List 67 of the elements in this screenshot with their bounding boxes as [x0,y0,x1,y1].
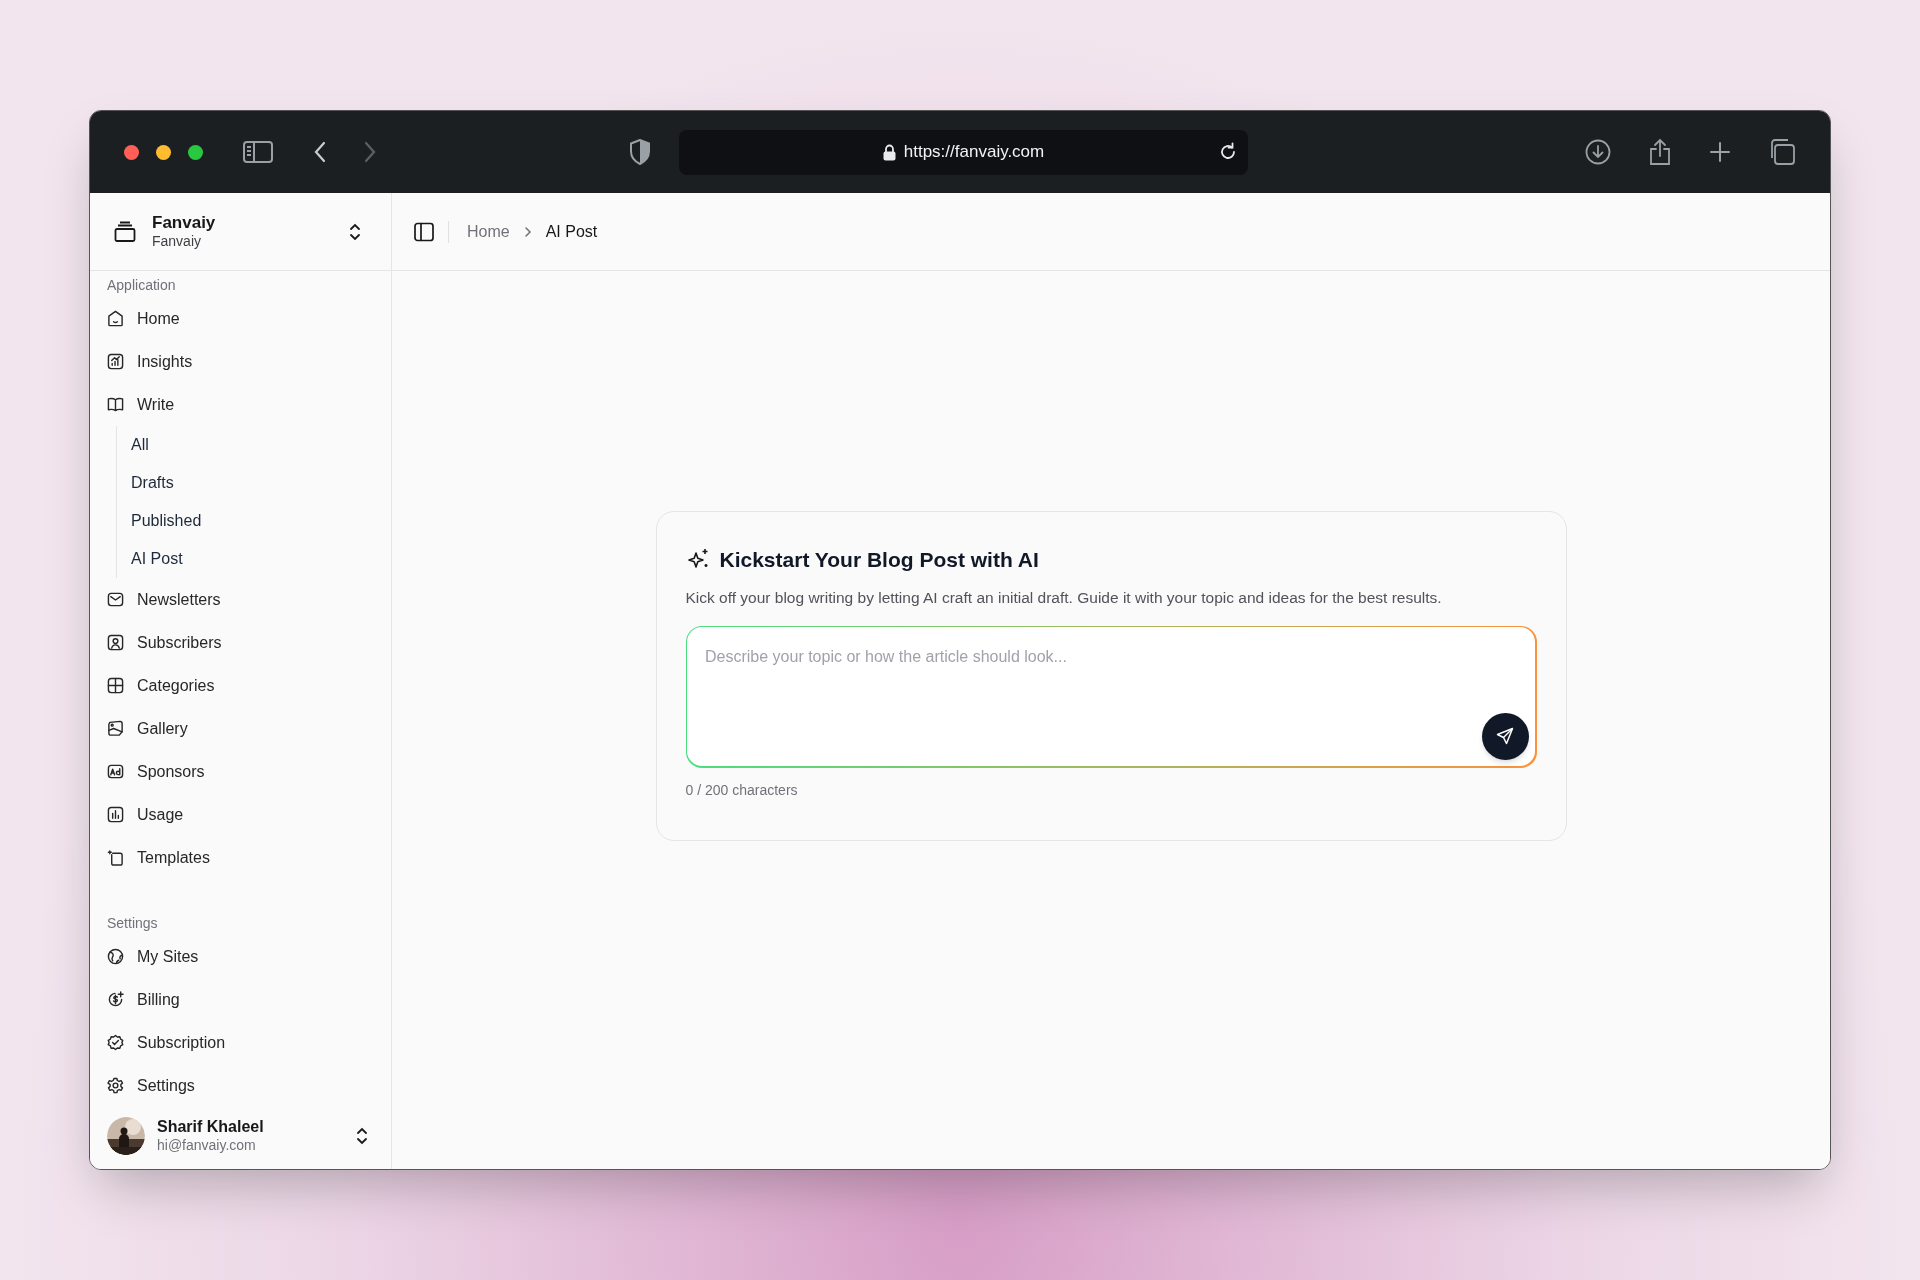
workspace-name: Fanvaiy [152,212,216,234]
new-tab-icon[interactable] [1709,141,1731,163]
user-menu[interactable]: Sharif Khaleel hi@fanvaiy.com [90,1107,391,1165]
url-text: https://fanvaiy.com [903,141,1045,164]
shield-icon[interactable] [629,139,651,165]
sidebar-item[interactable]: Subscribers [107,621,374,664]
bar-chart-icon [107,806,124,823]
chart-icon [107,353,124,370]
sidebar-item[interactable]: Settings [107,1064,374,1107]
breadcrumb-current: AI Post [545,221,598,242]
forward-icon[interactable] [363,140,377,164]
download-icon[interactable] [1585,139,1611,165]
sidebar-subitem[interactable]: Drafts [131,464,374,502]
book-icon [107,396,124,413]
chevron-up-down-icon [356,1127,368,1145]
back-icon[interactable] [313,140,327,164]
topic-input-field[interactable]: Describe your topic or how the article should look... [685,625,1537,768]
badge-check-icon [107,1034,124,1051]
sidebar-item[interactable]: Insights [107,340,374,383]
stack-icon [114,220,136,243]
globe-icon [107,948,124,965]
breadcrumb-link[interactable]: Home [467,219,510,244]
user-name: Sharif Khaleel [157,1117,264,1138]
sidebar-item[interactable]: Gallery [107,707,374,750]
image-icon [107,720,124,737]
sidebar-item[interactable]: Sponsors [107,750,374,793]
sidebar-item[interactable]: Write [107,383,374,426]
sidebar-subitem[interactable]: AI Post [131,540,374,578]
share-icon[interactable] [1648,138,1672,166]
sidebar-toggle-icon[interactable] [243,140,273,164]
settings-icon [107,1077,124,1094]
section-label: Application [107,275,176,295]
sidebar-item[interactable]: Newsletters [107,578,374,621]
minimize-window-button[interactable] [156,144,171,160]
dollar-coin-icon [107,991,124,1008]
character-counter: 0 / 200 characters [685,780,799,800]
card-description: Kick off your blog writing by letting AI craft an initial draft. Guide it with your topic and ideas for the best results. [685,587,1443,608]
user-email: hi@fanvaiy.com [157,1137,257,1155]
sidebar-item[interactable]: Subscription [107,1021,374,1064]
sidebar-item[interactable]: Categories [107,664,374,707]
maximize-window-button[interactable] [188,144,203,160]
workspace-subtitle: Fanvaiy [152,233,203,251]
home-icon [107,310,124,327]
sidebar-item[interactable]: Home [107,297,374,340]
card-title: Kickstart Your Blog Post with AI [719,547,1039,573]
sidebar-item[interactable]: My Sites [107,935,374,978]
lock-icon [882,143,896,161]
mail-icon [107,591,124,608]
sidebar-item[interactable]: Templates [107,836,374,879]
chevron-right-icon [523,225,532,238]
sidebar-toggle-icon[interactable] [414,221,434,242]
reload-icon[interactable] [1218,142,1238,162]
send-icon [1496,727,1514,746]
section-label: Settings [107,913,158,933]
sidebar-subitem[interactable]: Published [131,502,374,540]
ad-icon [107,763,124,780]
sidebar-subitem[interactable]: All [131,426,374,464]
tabs-overview-icon[interactable] [1768,138,1796,166]
chevron-up-down-icon [349,222,361,241]
close-window-button[interactable] [124,144,139,160]
workspace-switcher[interactable]: Fanvaiy Fanvaiy [90,193,391,271]
address-bar[interactable]: https://fanvaiy.com [679,129,1248,175]
user-badge-icon [107,634,124,651]
grid-icon [107,677,124,694]
sidebar-item[interactable]: Usage [107,793,374,836]
template-icon [107,849,124,866]
sidebar-item[interactable]: Billing [107,978,374,1021]
